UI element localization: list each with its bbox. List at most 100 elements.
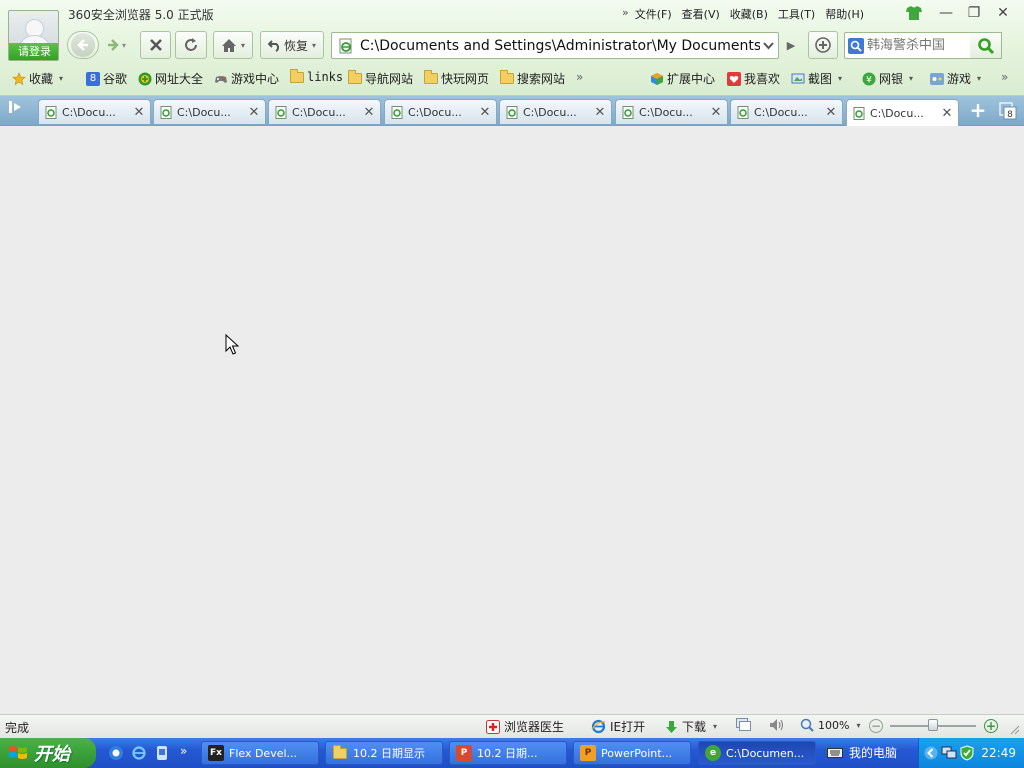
task-powerpoint[interactable]: P PowerPoint... — [573, 741, 691, 765]
tab-close-icon[interactable]: ✕ — [131, 105, 147, 120]
zoom-menu[interactable]: 100% ▾ — [800, 718, 860, 732]
user-avatar[interactable]: 请登录 — [8, 10, 59, 61]
resize-grip-icon[interactable] — [1008, 723, 1020, 735]
start-button[interactable]: 开始 — [0, 738, 96, 768]
tab-count-icon[interactable]: 8 — [998, 101, 1018, 121]
address-bar[interactable] — [331, 32, 779, 59]
fav-folder-nav-sites[interactable]: 导航网站 — [348, 70, 413, 87]
tab-2[interactable]: C:\Docu... ✕ — [153, 99, 266, 124]
menu-help[interactable]: 帮助(H) — [825, 6, 864, 22]
zoom-out-button[interactable]: − — [869, 719, 883, 733]
fav-collect[interactable]: 收藏 ▾ — [12, 70, 63, 87]
home-button[interactable]: ▾ — [213, 31, 253, 59]
menu-favorites[interactable]: 收藏(B) — [730, 6, 768, 22]
skin-shirt-icon[interactable] — [906, 6, 922, 20]
banking-caret-icon[interactable]: ▾ — [909, 74, 913, 83]
home-dropdown-icon[interactable]: ▾ — [241, 41, 245, 50]
fav-label: 导航网站 — [365, 72, 414, 86]
tab-close-icon[interactable]: ✕ — [592, 105, 608, 120]
sound-icon[interactable] — [769, 718, 785, 732]
zoom-caret-icon[interactable]: ▾ — [856, 721, 860, 730]
tab-1[interactable]: C:\Docu... ✕ — [38, 99, 151, 124]
extension-center[interactable]: 扩展中心 — [650, 70, 715, 87]
menu-bar: » 文件(F) 查看(V) 收藏(B) 工具(T) 帮助(H) — [622, 6, 864, 22]
fav-folder-links[interactable]: links — [290, 68, 343, 84]
my-computer-toolbar[interactable]: 我的电脑 — [827, 744, 897, 761]
fav-folder-kuaiwan[interactable]: 快玩网页 — [424, 70, 489, 87]
quicklaunch-media-icon[interactable] — [154, 745, 170, 761]
quicklaunch-ie-icon[interactable] — [131, 745, 147, 761]
search-input[interactable] — [867, 38, 965, 53]
maximize-button[interactable]: ❐ — [965, 5, 983, 21]
tab-close-icon[interactable]: ✕ — [939, 106, 955, 121]
tab-3[interactable]: C:\Docu... ✕ — [268, 99, 381, 124]
task-browser-active[interactable]: e C:\Documen... — [698, 741, 816, 765]
login-button[interactable]: 请登录 — [9, 43, 58, 60]
menu-overflow-icon[interactable]: » — [622, 6, 629, 22]
fav-google[interactable]: 8 谷歌 — [86, 70, 127, 87]
stop-button[interactable] — [140, 31, 171, 59]
go-button[interactable]: ▶ — [782, 37, 800, 55]
fav-like[interactable]: 我喜欢 — [727, 70, 780, 87]
online-banking[interactable]: ¥ 网银 ▾ — [862, 70, 913, 87]
tab-close-icon[interactable]: ✕ — [708, 105, 724, 120]
menu-view[interactable]: 查看(V) — [682, 6, 720, 22]
fav-right-overflow-icon[interactable]: » — [1001, 70, 1008, 84]
forward-dropdown-icon[interactable]: ▾ — [122, 41, 126, 50]
tab-8-active[interactable]: C:\Docu... ✕ — [846, 99, 959, 126]
tab-close-icon[interactable]: ✕ — [477, 105, 493, 120]
restore-closed-tab-button[interactable]: 恢复 ▾ — [260, 31, 324, 59]
restore-dropdown-icon[interactable]: ▾ — [312, 41, 316, 50]
task-powerpoint-date[interactable]: P 10.2 日期... — [449, 741, 567, 765]
address-dropdown-icon[interactable] — [758, 33, 778, 58]
search-box[interactable] — [844, 32, 972, 59]
tab-label: C:\Docu... — [639, 105, 693, 119]
forward-button[interactable]: ▾ — [100, 31, 132, 59]
tray-expand-icon[interactable] — [924, 746, 938, 760]
download-caret-icon[interactable]: ▾ — [713, 722, 717, 731]
screenshot-caret-icon[interactable]: ▾ — [838, 74, 842, 83]
zoom-slider-thumb[interactable] — [928, 719, 938, 731]
quicklaunch-browser-icon[interactable] — [108, 745, 124, 761]
menu-tools[interactable]: 工具(T) — [778, 6, 815, 22]
ie-open-button[interactable]: IE打开 — [591, 718, 645, 735]
back-button[interactable] — [67, 31, 99, 59]
task-folder-date-display[interactable]: 10.2 日期显示 — [325, 741, 443, 765]
fav-caret-icon[interactable]: ▾ — [59, 74, 63, 83]
games-caret-icon[interactable]: ▾ — [977, 74, 981, 83]
download-button[interactable]: 下载 ▾ — [665, 718, 717, 735]
start-label: 开始 — [34, 744, 70, 765]
fav-url-directory[interactable]: 网址大全 — [138, 70, 203, 87]
tab-7[interactable]: C:\Docu... ✕ — [730, 99, 843, 124]
search-button[interactable] — [970, 32, 1002, 59]
browser-doctor-button[interactable]: 浏览器医生 — [486, 718, 564, 735]
games-menu[interactable]: 游戏 ▾ — [930, 70, 981, 87]
close-window-button[interactable]: ✕ — [994, 5, 1012, 21]
tab-close-icon[interactable]: ✕ — [823, 105, 839, 120]
screenshot-tool[interactable]: 截图 ▾ — [791, 70, 842, 87]
zoom-in-button[interactable]: + — [984, 719, 998, 733]
tab-4[interactable]: C:\Docu... ✕ — [384, 99, 497, 124]
tab-6[interactable]: C:\Docu... ✕ — [615, 99, 728, 124]
security-360-icon[interactable] — [959, 745, 975, 761]
fav-overflow-icon[interactable]: » — [576, 70, 583, 84]
security-shield-button[interactable] — [808, 31, 838, 59]
download-label: 下载 — [682, 720, 707, 734]
search-engine-selector[interactable] — [845, 33, 867, 58]
menu-file[interactable]: 文件(F) — [635, 6, 672, 22]
page-content-area[interactable] — [0, 126, 1024, 714]
network-icon[interactable] — [941, 746, 957, 760]
minimize-button[interactable]: — — [937, 5, 955, 21]
fav-folder-search-sites[interactable]: 搜索网站 — [500, 70, 565, 87]
sidebar-toggle-icon[interactable] — [6, 100, 28, 120]
quicklaunch-overflow-icon[interactable]: » — [180, 744, 187, 758]
tab-5[interactable]: C:\Docu... ✕ — [499, 99, 612, 124]
tab-close-icon[interactable]: ✕ — [246, 105, 262, 120]
tab-close-icon[interactable]: ✕ — [361, 105, 377, 120]
task-flex-developer[interactable]: Fx Flex Devel... — [201, 741, 319, 765]
fav-game-center[interactable]: 游戏中心 — [214, 70, 279, 87]
refresh-button[interactable] — [175, 31, 207, 59]
window-mode-icon[interactable] — [736, 718, 751, 731]
new-tab-button[interactable]: + — [965, 100, 991, 122]
address-input[interactable] — [360, 37, 760, 54]
